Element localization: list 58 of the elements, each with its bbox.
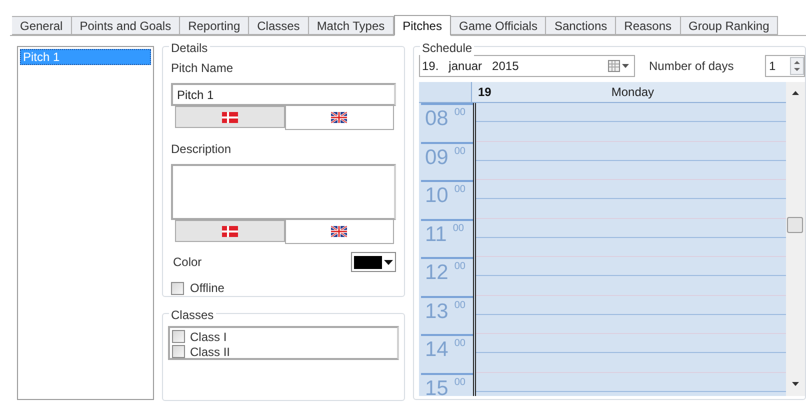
language-tab[interactable] [175, 220, 284, 242]
checkbox-label: Offline [190, 280, 224, 297]
pitch-name-field[interactable]: Pitch 1 [171, 83, 396, 106]
tab[interactable]: Reporting [180, 16, 250, 35]
minute-label: 00 [454, 339, 466, 349]
checkbox[interactable] [172, 345, 185, 358]
checkbox[interactable] [172, 330, 185, 343]
field-label: Pitch Name [171, 60, 234, 77]
danish-flag-icon [222, 226, 238, 236]
tab[interactable]: Reasons [616, 16, 681, 35]
field-label: Number of days [649, 58, 735, 74]
language-tab[interactable] [284, 106, 394, 130]
tab[interactable]: Game Officials [450, 16, 546, 35]
minute-label: 00 [454, 185, 466, 195]
tab[interactable]: General [12, 16, 72, 35]
caret-icon [384, 260, 393, 264]
tab[interactable]: Match Types [308, 16, 394, 35]
minute-label: 00 [454, 146, 466, 156]
tab[interactable]: Classes [249, 16, 309, 35]
checkbox-label: Class II [190, 344, 230, 360]
tab[interactable]: Sanctions [546, 16, 616, 35]
number-spinner[interactable]: 1 [765, 54, 805, 76]
date-picker[interactable]: 19. januar 2015 [419, 54, 635, 76]
language-tab[interactable] [284, 220, 394, 244]
minute-label: 00 [452, 224, 464, 234]
hour-label: 14 [425, 339, 448, 361]
field-label: Description [171, 141, 232, 158]
description-field[interactable] [171, 164, 396, 220]
field-label: Color [172, 254, 202, 271]
hour-label: 08 [425, 108, 448, 130]
hour-label: 15 [425, 378, 448, 396]
color-picker[interactable] [351, 252, 396, 272]
minute-label: 00 [454, 300, 466, 310]
danish-flag-icon [222, 112, 238, 122]
spinner-arrows-icon [790, 56, 804, 74]
hour-label: 13 [425, 300, 448, 322]
tab[interactable]: Points and Goals [72, 16, 180, 35]
checkbox-label: Class I [190, 328, 227, 346]
minute-label: 00 [454, 262, 466, 272]
tab[interactable]: Pitches [394, 15, 451, 36]
hour-label: 12 [425, 262, 448, 284]
scroll-down-icon [792, 382, 799, 386]
minute-label: 00 [454, 108, 466, 118]
british-flag-icon [331, 112, 348, 123]
day-name: Monday [611, 84, 654, 101]
calendar-dropdown-icon [608, 60, 630, 72]
hour-label: 09 [425, 146, 448, 168]
british-flag-icon [331, 226, 348, 237]
scroll-thumb[interactable] [787, 217, 803, 233]
hour-label: 10 [425, 185, 448, 207]
scroll-up-icon [792, 91, 799, 95]
minute-label: 00 [454, 378, 466, 388]
day-number: 19 [478, 84, 492, 101]
tab[interactable]: Group Ranking [680, 16, 778, 35]
vertical-scrollbar[interactable] [786, 82, 805, 396]
checkbox[interactable] [171, 282, 184, 294]
hour-label: 11 [425, 224, 447, 246]
language-tab[interactable] [175, 106, 284, 128]
